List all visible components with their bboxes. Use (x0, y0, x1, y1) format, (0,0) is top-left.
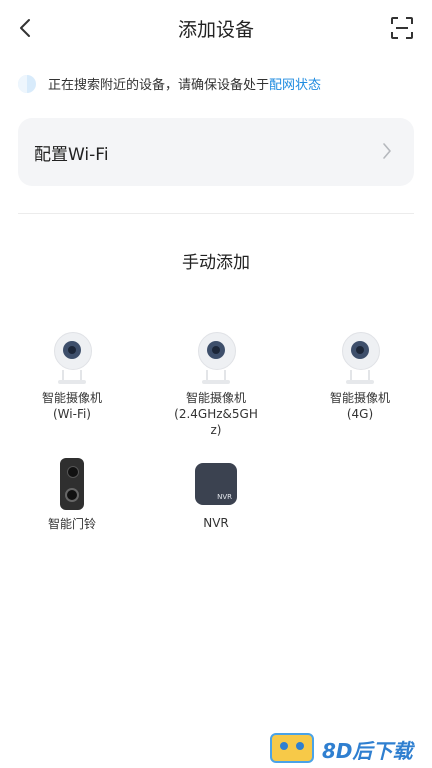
device-sub: (2.4GHz&5GH (174, 407, 258, 421)
device-name: 智能门铃 (47, 517, 96, 531)
device-name: 智能摄像机 (329, 391, 390, 405)
page-title: 添加设备 (177, 19, 254, 41)
device-camera-4g[interactable]: 智能摄像机 (4G) (305, 330, 415, 422)
camera-icon (194, 330, 238, 386)
camera-icon (338, 330, 382, 386)
scan-icon (391, 17, 413, 39)
search-status: 正在搜索附近的设备，请确保设备处于 配网状态 (18, 74, 321, 93)
configure-wifi-label: 配置Wi-Fi (34, 144, 109, 165)
device-sub: (4G) (346, 407, 374, 421)
nvr-icon-text: NVR (217, 493, 232, 501)
device-nvr[interactable]: NVR NVR (161, 458, 271, 531)
divider (18, 213, 414, 214)
loading-spinner-icon (18, 74, 36, 93)
network-mode-link[interactable]: 配网状态 (269, 74, 321, 93)
device-sub-cont: z) (210, 423, 222, 437)
device-camera-wifi[interactable]: 智能摄像机 (Wi-Fi) (17, 330, 127, 422)
device-name: 智能摄像机 (41, 391, 102, 405)
doorbell-icon (60, 458, 84, 510)
device-name: 智能摄像机 (185, 391, 246, 405)
device-camera-dualband[interactable]: 智能摄像机 (2.4GHz&5GH z) (161, 330, 271, 438)
watermark-text: 8D后下载 (322, 739, 413, 763)
scan-button[interactable] (390, 16, 414, 40)
device-name: NVR (203, 516, 229, 530)
configure-wifi-card[interactable]: 配置Wi-Fi (18, 118, 414, 186)
nvr-icon: NVR (195, 463, 237, 505)
chevron-right-icon (383, 143, 391, 159)
manual-add-title: 手动添加 (182, 253, 250, 273)
watermark: 8D后下载 (270, 733, 430, 763)
header: 添加设备 (0, 0, 432, 56)
device-sub: (Wi-Fi) (53, 407, 91, 421)
watermark-logo-icon (270, 733, 314, 763)
search-status-text: 正在搜索附近的设备，请确保设备处于 (48, 78, 270, 93)
camera-icon (50, 330, 94, 386)
device-doorbell[interactable]: 智能门铃 (17, 458, 127, 532)
